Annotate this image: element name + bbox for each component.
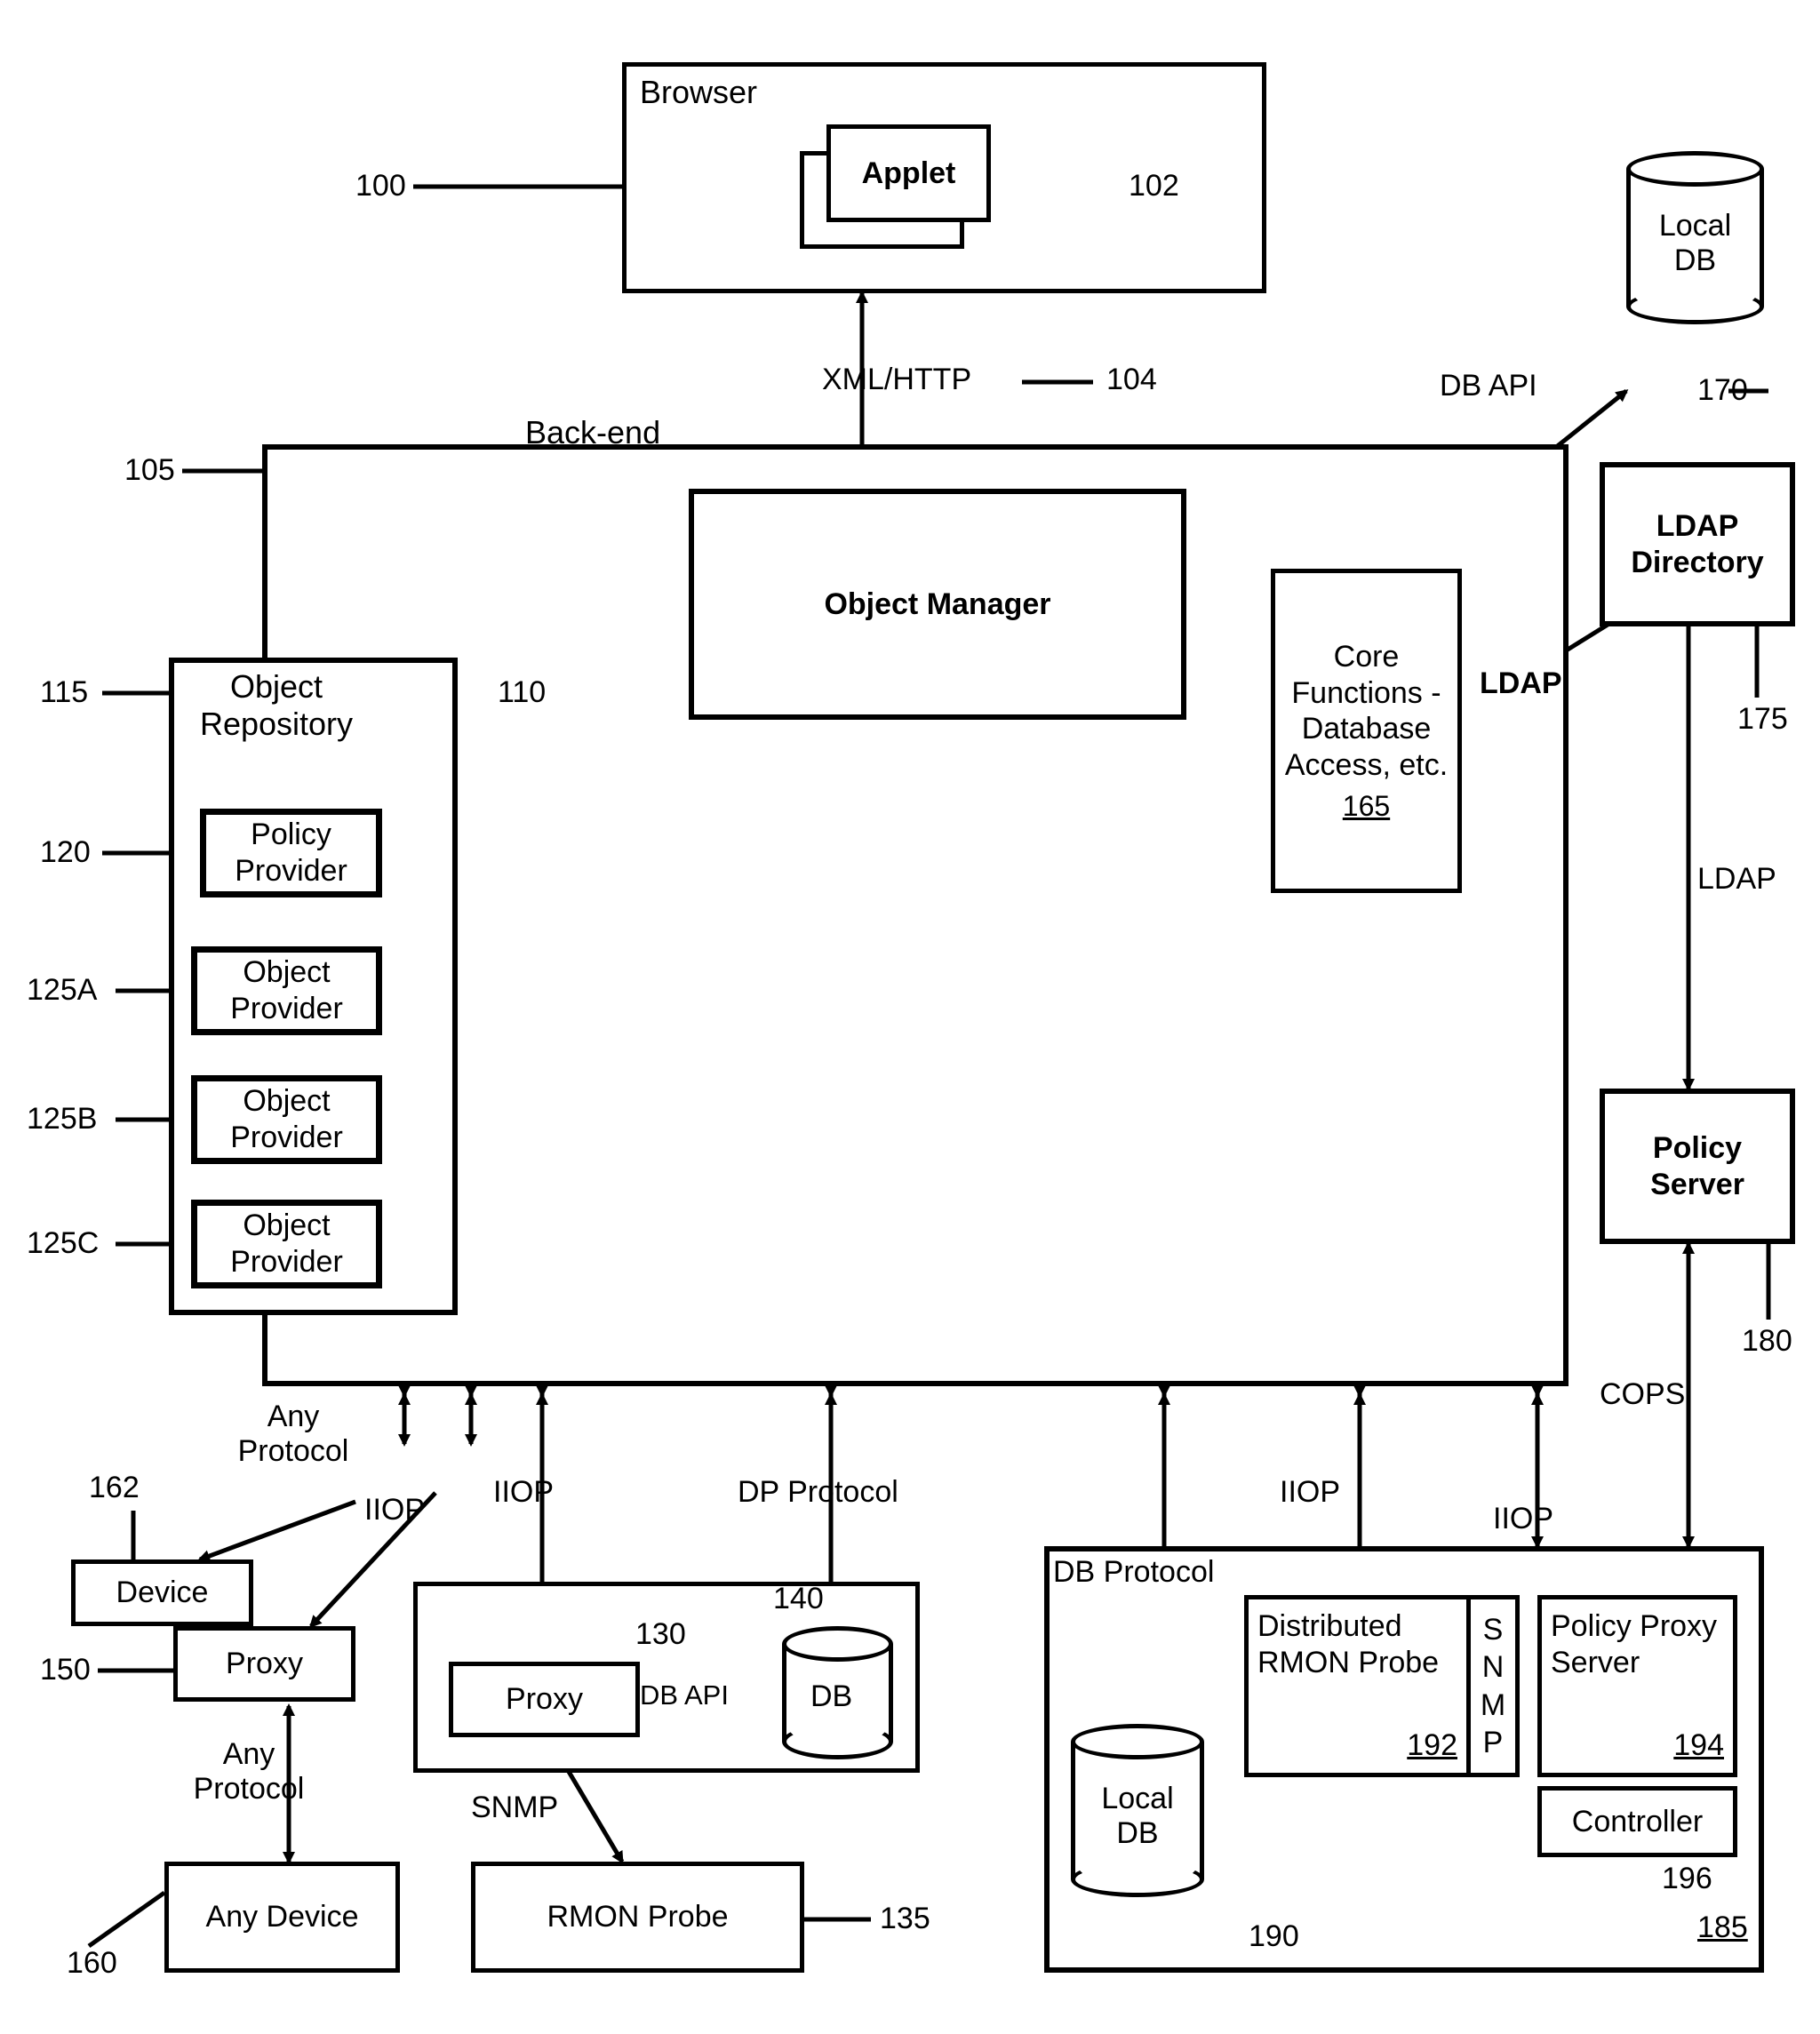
ref-162: 162 (89, 1471, 140, 1505)
rmon-probe-box: RMON Probe (471, 1862, 804, 1973)
ref-104: 104 (1106, 363, 1157, 397)
policy-server-box: Policy Server (1600, 1089, 1795, 1244)
ref-100: 100 (355, 169, 406, 203)
ldap-label-2: LDAP (1697, 862, 1776, 897)
dist-rmon-box: Distributed RMON Probe 192 (1244, 1595, 1471, 1777)
ref-130: 130 (635, 1617, 686, 1652)
snmp-vertical-label: S N M P (1471, 1599, 1515, 1773)
local-db-2-label: Local DB (1093, 1782, 1182, 1851)
ref-180: 180 (1742, 1324, 1792, 1359)
iiop-label-1: IIOP (364, 1493, 425, 1527)
any-protocol-label: Any Protocol (227, 1400, 360, 1469)
ldap-dir-box: LDAP Directory (1600, 462, 1795, 626)
ldap-label-1: LDAP (1480, 666, 1562, 701)
object-provider-c-label: Object Provider (197, 1206, 376, 1282)
object-provider-b-box: Object Provider (191, 1075, 382, 1164)
ref-185: 185 (1697, 1910, 1748, 1945)
any-protocol-2-label: Any Protocol (182, 1737, 315, 1807)
device-label: Device (76, 1564, 249, 1622)
ref-110: 110 (498, 675, 546, 710)
local-db-2-cylinder: Local DB (1071, 1724, 1204, 1897)
ref-140: 140 (773, 1582, 824, 1616)
pps-label: Policy Proxy Server 194 (1542, 1599, 1733, 1773)
device-box: Device (71, 1559, 253, 1626)
cops-label: COPS (1600, 1377, 1685, 1412)
object-provider-c-box: Object Provider (191, 1200, 382, 1288)
diagram-canvas: Browser Applet 100 102 XML/HTTP 104 Back… (0, 0, 1820, 2034)
any-device-label: Any Device (169, 1866, 395, 1968)
object-provider-b-label: Object Provider (197, 1081, 376, 1158)
pps-box: Policy Proxy Server 194 (1537, 1595, 1737, 1777)
policy-provider-box: Policy Provider (200, 809, 382, 897)
backend-title: Back-end (525, 414, 660, 451)
db-api-label: DB API (1440, 369, 1537, 403)
any-device-box: Any Device (164, 1862, 400, 1973)
controller-label: Controller (1542, 1791, 1733, 1853)
proxy-150-label: Proxy (178, 1631, 351, 1697)
ref-135: 135 (880, 1902, 930, 1936)
proxy-130-label: Proxy (453, 1666, 635, 1733)
applet-label: Applet (831, 129, 986, 218)
db-cylinder: DB (782, 1626, 893, 1759)
local-db-cylinder: Local DB (1626, 151, 1764, 324)
object-provider-a-label: Object Provider (197, 953, 376, 1029)
ref-115: 115 (40, 675, 88, 710)
ref-196: 196 (1662, 1862, 1712, 1896)
iiop-label-3: IIOP (1280, 1475, 1340, 1510)
local-db-label: Local DB (1653, 209, 1737, 278)
ref-190: 190 (1249, 1919, 1299, 1954)
ref-105: 105 (124, 453, 175, 488)
db-label: DB (810, 1679, 852, 1714)
controller-box: Controller (1537, 1786, 1737, 1857)
ref-125B: 125B (27, 1102, 97, 1137)
ldap-dir-label: LDAP Directory (1605, 467, 1790, 621)
ref-175: 175 (1737, 702, 1788, 737)
ref-150: 150 (40, 1653, 91, 1687)
core-functions-box: Core Functions - Database Access, etc. 1… (1271, 569, 1462, 893)
core-functions-label: Core Functions - Database Access, etc. 1… (1275, 573, 1457, 889)
applet-box: Applet (826, 124, 991, 222)
proxy-130-box: Proxy (449, 1662, 640, 1737)
ref-125A: 125A (27, 973, 97, 1008)
dist-rmon-label: Distributed RMON Probe 192 (1249, 1599, 1466, 1773)
iiop-label-2: IIOP (493, 1475, 554, 1510)
browser-title: Browser (640, 74, 757, 111)
snmp-vertical-box: S N M P (1466, 1595, 1520, 1777)
policy-provider-label: Policy Provider (206, 815, 376, 891)
db-api-2-label: DB API (640, 1679, 729, 1711)
ref-125C: 125C (27, 1226, 99, 1261)
rmon-probe-label: RMON Probe (475, 1866, 800, 1968)
xml-http-label: XML/HTTP (822, 363, 971, 397)
dp-protocol-label: DP Protocol (738, 1475, 898, 1510)
ref-120: 120 (40, 835, 91, 870)
object-repository-title: Object Repository (188, 668, 365, 743)
snmp-label: SNMP (471, 1791, 558, 1825)
proxy-150-box: Proxy (173, 1626, 355, 1702)
ref-170: 170 (1697, 373, 1748, 408)
policy-server-label: Policy Server (1605, 1094, 1790, 1239)
object-manager-box: Object Manager (689, 489, 1186, 720)
ref-160: 160 (67, 1946, 117, 1981)
db-protocol-label: DB Protocol (1053, 1555, 1214, 1590)
iiop-label-4: IIOP (1493, 1502, 1553, 1536)
ref-102: 102 (1129, 169, 1179, 203)
object-provider-a-box: Object Provider (191, 946, 382, 1035)
object-manager-label: Object Manager (694, 494, 1181, 714)
